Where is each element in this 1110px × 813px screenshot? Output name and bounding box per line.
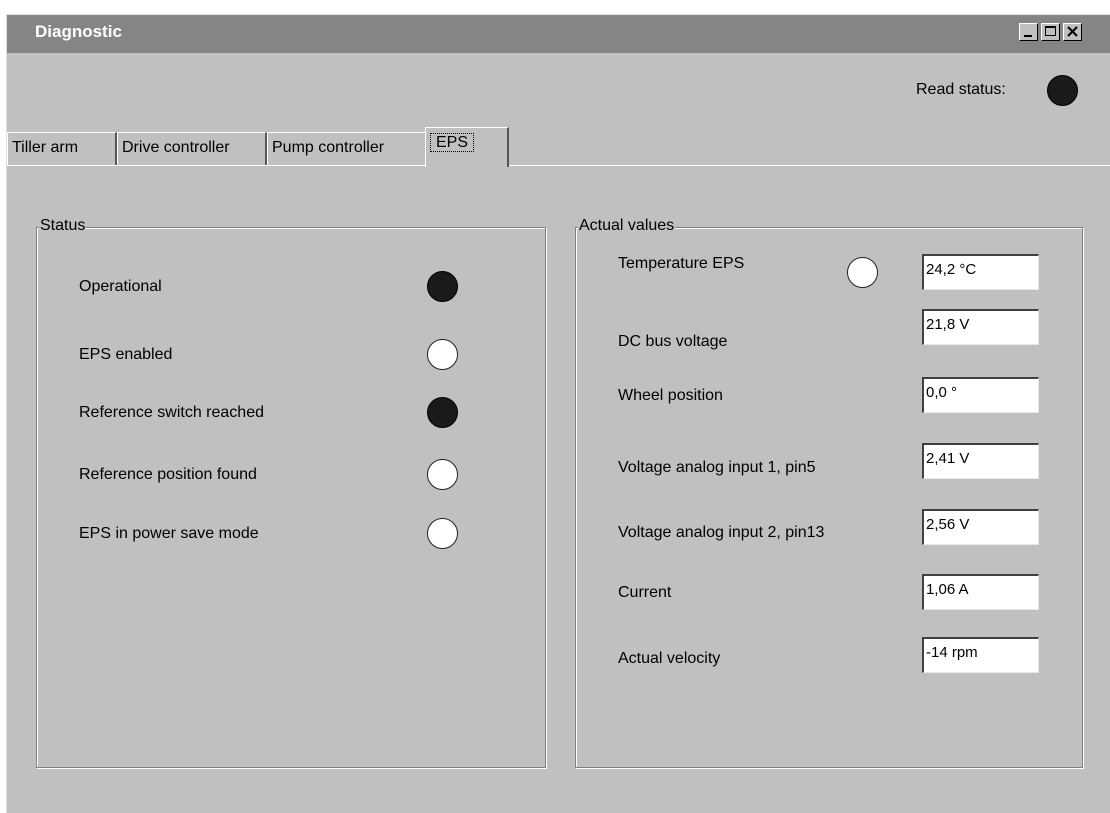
tab-label: Pump controller — [272, 139, 385, 156]
status-label-eps-enabled: EPS enabled — [79, 346, 173, 363]
value-label-wheel-position: Wheel position — [618, 387, 723, 404]
tab-tiller-arm[interactable]: Tiller arm — [7, 132, 117, 166]
status-group: Status — [36, 217, 546, 768]
title-bar[interactable]: Diagnostic — [7, 15, 1110, 53]
diagnostic-window: Diagnostic Read status: Tiller arm Drive… — [6, 14, 1110, 813]
value-label-dc-bus: DC bus voltage — [618, 333, 728, 350]
tab-eps[interactable]: EPS — [425, 127, 509, 167]
tab-drive-controller[interactable]: Drive controller — [117, 132, 267, 166]
temperature-indicator — [847, 257, 878, 288]
status-label-reference-switch: Reference switch reached — [79, 404, 264, 421]
reference-switch-indicator — [427, 397, 458, 428]
value-label-actual-velocity: Actual velocity — [618, 650, 721, 667]
analog-input-1-field[interactable]: 2,41 V — [922, 443, 1039, 479]
close-icon — [1067, 26, 1078, 37]
value-label-analog-input-1: Voltage analog input 1, pin5 — [618, 459, 816, 476]
status-legend: Status — [39, 217, 87, 235]
tab-divider — [7, 165, 1110, 166]
minimize-button[interactable] — [1019, 23, 1038, 41]
tab-pump-controller[interactable]: Pump controller — [267, 132, 427, 166]
actual-velocity-field[interactable]: -14 rpm — [922, 637, 1039, 673]
dc-bus-voltage-field[interactable]: 21,8 V — [922, 309, 1039, 345]
analog-input-2-field[interactable]: 2,56 V — [922, 509, 1039, 545]
maximize-button[interactable] — [1041, 23, 1060, 41]
tab-label: EPS — [430, 133, 475, 152]
maximize-icon — [1045, 26, 1056, 36]
temperature-field[interactable]: 24,2 °C — [922, 254, 1039, 290]
status-label-power-save: EPS in power save mode — [79, 525, 259, 542]
close-button[interactable] — [1063, 23, 1082, 41]
status-label-reference-position: Reference position found — [79, 466, 257, 483]
value-label-temperature: Temperature EPS — [618, 255, 745, 272]
current-field[interactable]: 1,06 A — [922, 574, 1039, 610]
value-label-analog-input-2: Voltage analog input 2, pin13 — [618, 524, 825, 541]
value-label-current: Current — [618, 584, 672, 601]
status-label-operational: Operational — [79, 278, 162, 295]
read-status-indicator — [1047, 75, 1078, 106]
power-save-indicator — [427, 518, 458, 549]
reference-position-indicator — [427, 459, 458, 490]
tab-label: Tiller arm — [12, 139, 79, 156]
window-title: Diagnostic — [35, 22, 122, 41]
read-status-label: Read status: — [916, 81, 1006, 98]
operational-indicator — [427, 271, 458, 302]
wheel-position-field[interactable]: 0,0 ° — [922, 377, 1039, 413]
eps-enabled-indicator — [427, 339, 458, 370]
tab-label: Drive controller — [122, 139, 230, 156]
minimize-icon — [1024, 35, 1032, 37]
actual-values-legend: Actual values — [578, 217, 676, 235]
